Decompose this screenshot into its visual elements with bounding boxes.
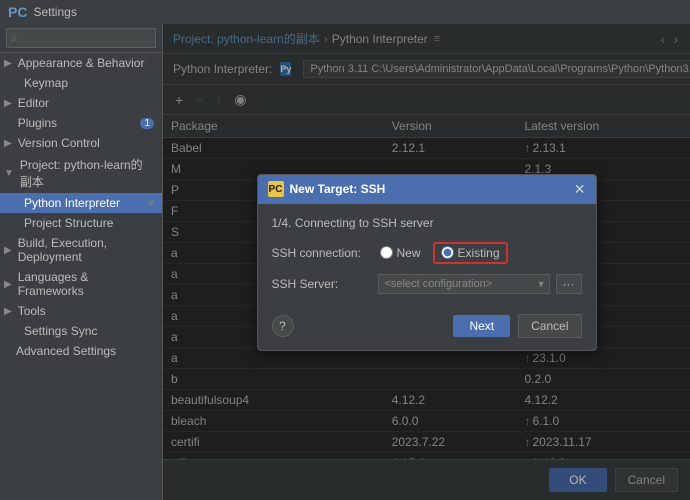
arrow-open-icon: ▼	[4, 168, 14, 179]
modal-overlay: PC New Target: SSH ✕ 1/4. Connecting to …	[163, 24, 690, 500]
modal-title-row: PC New Target: SSH	[268, 181, 386, 197]
title-bar: PC Settings	[0, 0, 690, 24]
arrow-icon: ▶	[4, 306, 12, 317]
sidebar-search-area	[0, 24, 162, 53]
modal-connection-row: SSH connection: New Existing	[272, 242, 582, 264]
sidebar-item-languages[interactable]: ▶ Languages & Frameworks	[0, 267, 162, 301]
radio-new-input[interactable]	[380, 246, 393, 259]
sidebar-item-label: Plugins	[18, 116, 57, 130]
modal-dots-button[interactable]: ···	[556, 274, 582, 294]
modal-body: 1/4. Connecting to SSH server SSH connec…	[258, 204, 596, 306]
arrow-icon: ▶	[4, 138, 12, 149]
modal-next-button[interactable]: Next	[453, 315, 510, 337]
sidebar-item-label: Project: python-learn的副本	[20, 156, 154, 190]
modal-server-row: SSH Server: <select configuration> ···	[272, 274, 582, 294]
sidebar-item-label: Advanced Settings	[16, 344, 116, 358]
sidebar-item-python-interpreter[interactable]: Python Interpreter ≡	[0, 193, 162, 213]
sidebar-item-label: Settings Sync	[24, 324, 97, 338]
arrow-icon: ▶	[4, 245, 12, 256]
arrow-icon: ▶	[4, 58, 12, 69]
modal-help-button[interactable]: ?	[272, 315, 294, 337]
app-title: Settings	[33, 5, 76, 19]
sidebar-item-label: Keymap	[24, 76, 68, 90]
modal-close-button[interactable]: ✕	[574, 181, 586, 198]
sidebar-item-keymap[interactable]: Keymap	[0, 73, 162, 93]
modal-server-label: SSH Server:	[272, 277, 372, 291]
sidebar-item-label: Languages & Frameworks	[18, 270, 154, 298]
sidebar-item-tools[interactable]: ▶ Tools	[0, 301, 162, 321]
radio-existing-option[interactable]: Existing	[433, 242, 508, 264]
sidebar-item-label: Appearance & Behavior	[18, 56, 145, 70]
sidebar-item-label: Tools	[18, 304, 46, 318]
arrow-icon: ▶	[4, 279, 12, 290]
sidebar-item-label: Python Interpreter	[24, 196, 120, 210]
sidebar-item-advanced[interactable]: Advanced Settings	[0, 341, 162, 361]
sidebar-search-input[interactable]	[6, 28, 156, 48]
radio-existing-input[interactable]	[441, 246, 454, 259]
sidebar-item-project[interactable]: ▼ Project: python-learn的副本	[0, 153, 162, 193]
modal-connection-label: SSH connection:	[272, 246, 372, 260]
modal-header: PC New Target: SSH ✕	[258, 175, 596, 204]
radio-new-option[interactable]: New	[380, 246, 421, 260]
sidebar-item-plugins[interactable]: ▶ Plugins 1	[0, 113, 162, 133]
radio-existing-label: Existing	[458, 246, 500, 260]
sidebar-item-editor[interactable]: ▶ Editor	[0, 93, 162, 113]
sidebar-item-label: Editor	[18, 96, 49, 110]
radio-new-label: New	[397, 246, 421, 260]
app-icon: PC	[8, 4, 27, 20]
sidebar: ▶ Appearance & Behavior Keymap ▶ Editor …	[0, 24, 163, 500]
sidebar-item-appearance[interactable]: ▶ Appearance & Behavior	[0, 53, 162, 73]
sidebar-item-project-structure[interactable]: Project Structure	[0, 213, 162, 233]
sidebar-item-settings-sync[interactable]: Settings Sync	[0, 321, 162, 341]
modal-server-select-wrap: <select configuration>	[378, 274, 550, 294]
modal-step-info: 1/4. Connecting to SSH server	[272, 216, 582, 230]
radio-group: New Existing	[380, 242, 508, 264]
sidebar-item-label: Build, Execution, Deployment	[18, 236, 154, 264]
modal-server-select[interactable]: <select configuration>	[378, 274, 550, 294]
modal-title: New Target: SSH	[290, 182, 386, 196]
modal-footer: ? Next Cancel	[258, 306, 596, 350]
ssh-modal: PC New Target: SSH ✕ 1/4. Connecting to …	[257, 174, 597, 351]
content-area: Project: python-learn的副本 › Python Interp…	[163, 24, 690, 500]
plugins-badge: 1	[140, 118, 154, 129]
sidebar-item-version-control[interactable]: ▶ Version Control	[0, 133, 162, 153]
sidebar-item-build[interactable]: ▶ Build, Execution, Deployment	[0, 233, 162, 267]
main-layout: ▶ Appearance & Behavior Keymap ▶ Editor …	[0, 24, 690, 500]
file-icon: ≡	[148, 198, 154, 209]
sidebar-item-label: Project Structure	[24, 216, 113, 230]
arrow-icon: ▶	[4, 98, 12, 109]
modal-cancel-button[interactable]: Cancel	[518, 314, 581, 338]
sidebar-item-label: Version Control	[18, 136, 100, 150]
modal-icon: PC	[268, 181, 284, 197]
